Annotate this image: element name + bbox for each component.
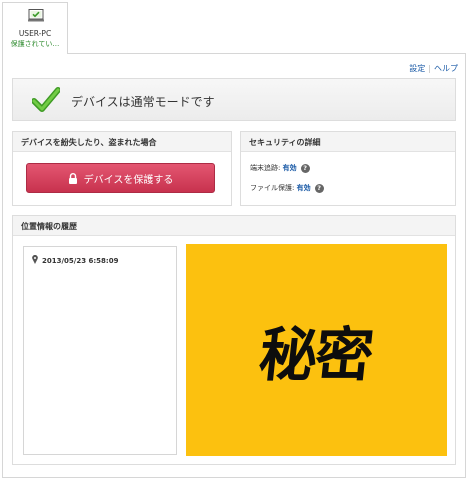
tracking-label: 端末追跡: (250, 164, 283, 172)
protect-device-button[interactable]: デバイスを保護する (26, 163, 215, 193)
link-separator: | (428, 64, 431, 73)
lost-device-card: デバイスを紛失したり、盗まれた場合 デバイスを保護する (12, 131, 232, 206)
security-details-title: セキュリティの詳細 (241, 132, 455, 152)
map-overlay-text: 秘密 (256, 321, 376, 389)
tracking-row: 端末追跡: 有効? (250, 163, 310, 173)
help-icon[interactable]: ? (300, 163, 310, 173)
location-history-card: 位置情報の履歴 2013/05/23 6:58:09 秘密 (12, 215, 456, 465)
settings-link[interactable]: 設定 (409, 64, 425, 73)
help-link[interactable]: ヘルプ (434, 64, 458, 73)
top-links: 設定 | ヘルプ (409, 63, 458, 74)
lost-device-title: デバイスを紛失したり、盗まれた場合 (13, 132, 231, 152)
lock-icon (68, 172, 77, 184)
security-details-card: セキュリティの詳細 端末追跡: 有効? ファイル保護: 有効? (240, 131, 456, 206)
status-message: デバイスは通常モードです (71, 95, 215, 109)
tracking-value: 有効 (282, 164, 297, 172)
list-item[interactable]: 2013/05/23 6:58:09 (32, 255, 118, 265)
status-banner: デバイスは通常モードです (12, 78, 456, 121)
map-pin-icon (32, 255, 38, 264)
location-history-title: 位置情報の履歴 (13, 216, 455, 236)
device-name: USER-PC (18, 29, 52, 38)
computer-check-icon (28, 9, 44, 22)
green-check-icon (32, 87, 60, 112)
file-protection-row: ファイル保護: 有効? (250, 183, 324, 193)
file-protection-value: 有効 (296, 184, 311, 192)
location-timestamp: 2013/05/23 6:58:09 (42, 257, 119, 265)
help-icon[interactable]: ? (314, 183, 324, 193)
protect-device-label: デバイスを保護する (83, 174, 174, 186)
device-tab[interactable]: USER-PC 保護されてい… (2, 2, 68, 54)
file-protection-label: ファイル保護: (250, 184, 297, 192)
map-view[interactable]: 秘密 (186, 244, 447, 456)
device-status: 保護されてい… (10, 40, 60, 48)
location-list[interactable]: 2013/05/23 6:58:09 (23, 246, 177, 455)
